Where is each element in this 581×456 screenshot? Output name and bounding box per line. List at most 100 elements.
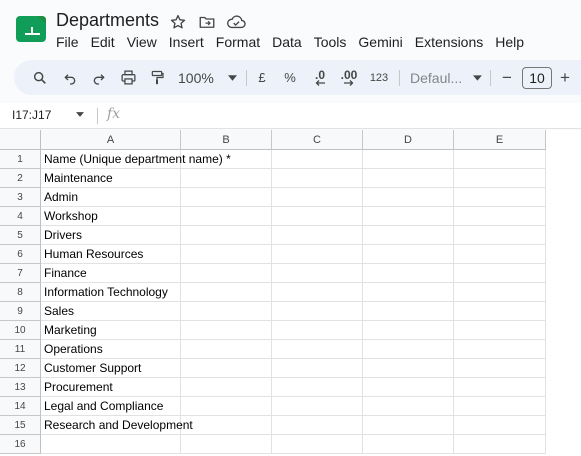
- row-header-11[interactable]: 11: [0, 340, 41, 359]
- cell-c6[interactable]: [272, 245, 363, 264]
- cell-e3[interactable]: [454, 188, 546, 207]
- cell-d9[interactable]: [363, 302, 454, 321]
- cell-c16[interactable]: [272, 435, 363, 454]
- cell-e15[interactable]: [454, 416, 546, 435]
- menu-data[interactable]: Data: [266, 33, 308, 53]
- column-header-e[interactable]: E: [454, 130, 546, 150]
- cell-c1[interactable]: [272, 150, 363, 169]
- cell-a16[interactable]: [41, 435, 181, 454]
- cell-e5[interactable]: [454, 226, 546, 245]
- menu-insert[interactable]: Insert: [163, 33, 210, 53]
- cell-d16[interactable]: [363, 435, 454, 454]
- cell-c13[interactable]: [272, 378, 363, 397]
- cell-e4[interactable]: [454, 207, 546, 226]
- cell-d6[interactable]: [363, 245, 454, 264]
- column-header-b[interactable]: B: [181, 130, 272, 150]
- menu-help[interactable]: Help: [489, 33, 530, 53]
- cell-c12[interactable]: [272, 359, 363, 378]
- sheets-logo-icon[interactable]: [16, 16, 46, 42]
- menu-tools[interactable]: Tools: [308, 33, 353, 53]
- column-header-d[interactable]: D: [363, 130, 454, 150]
- cell-c14[interactable]: [272, 397, 363, 416]
- row-header-7[interactable]: 7: [0, 264, 41, 283]
- cell-d4[interactable]: [363, 207, 454, 226]
- cell-d8[interactable]: [363, 283, 454, 302]
- cell-b13[interactable]: [181, 378, 272, 397]
- decrease-decimal-button[interactable]: .0: [308, 60, 332, 95]
- row-header-4[interactable]: 4: [0, 207, 41, 226]
- cell-b8[interactable]: [181, 283, 272, 302]
- cell-e1[interactable]: [454, 150, 546, 169]
- row-header-14[interactable]: 14: [0, 397, 41, 416]
- menu-edit[interactable]: Edit: [85, 33, 121, 53]
- cell-c5[interactable]: [272, 226, 363, 245]
- cell-c8[interactable]: [272, 283, 363, 302]
- row-header-1[interactable]: 1: [0, 150, 41, 169]
- print-icon[interactable]: [116, 60, 140, 95]
- name-box[interactable]: I17:J17: [12, 108, 51, 122]
- increase-decimal-button[interactable]: .00: [336, 60, 362, 95]
- percent-format-button[interactable]: %: [280, 60, 300, 95]
- cloud-saved-icon[interactable]: [226, 13, 246, 31]
- select-all-corner[interactable]: [0, 130, 41, 150]
- cell-c3[interactable]: [272, 188, 363, 207]
- name-box-dropdown-icon[interactable]: [76, 112, 84, 117]
- move-folder-icon[interactable]: [198, 13, 216, 31]
- cell-e12[interactable]: [454, 359, 546, 378]
- increase-font-size-button[interactable]: +: [556, 60, 574, 95]
- cell-d15[interactable]: [363, 416, 454, 435]
- cell-e11[interactable]: [454, 340, 546, 359]
- cell-c4[interactable]: [272, 207, 363, 226]
- cell-c15[interactable]: [272, 416, 363, 435]
- cell-b15[interactable]: [181, 416, 272, 435]
- cell-d13[interactable]: [363, 378, 454, 397]
- cell-b11[interactable]: [181, 340, 272, 359]
- cell-b3[interactable]: [181, 188, 272, 207]
- cell-d10[interactable]: [363, 321, 454, 340]
- menu-format[interactable]: Format: [210, 33, 266, 53]
- menu-view[interactable]: View: [121, 33, 163, 53]
- cell-e6[interactable]: [454, 245, 546, 264]
- paint-format-icon[interactable]: [145, 60, 169, 95]
- cell-c7[interactable]: [272, 264, 363, 283]
- cell-b4[interactable]: [181, 207, 272, 226]
- document-title[interactable]: Departments: [56, 10, 159, 31]
- row-header-5[interactable]: 5: [0, 226, 41, 245]
- row-header-3[interactable]: 3: [0, 188, 41, 207]
- zoom-select[interactable]: 100%: [175, 60, 239, 95]
- font-select[interactable]: Defaul...: [410, 60, 482, 95]
- cell-b14[interactable]: [181, 397, 272, 416]
- row-header-8[interactable]: 8: [0, 283, 41, 302]
- column-header-c[interactable]: C: [272, 130, 363, 150]
- cell-e14[interactable]: [454, 397, 546, 416]
- row-header-12[interactable]: 12: [0, 359, 41, 378]
- cell-e2[interactable]: [454, 169, 546, 188]
- cell-d12[interactable]: [363, 359, 454, 378]
- cell-b16[interactable]: [181, 435, 272, 454]
- menu-extensions[interactable]: Extensions: [409, 33, 489, 53]
- cell-e7[interactable]: [454, 264, 546, 283]
- font-size-input[interactable]: 10: [522, 67, 552, 89]
- cell-e8[interactable]: [454, 283, 546, 302]
- row-header-6[interactable]: 6: [0, 245, 41, 264]
- more-formats-button[interactable]: 123: [368, 60, 390, 95]
- currency-format-button[interactable]: £: [252, 60, 272, 95]
- menu-file[interactable]: File: [50, 33, 85, 53]
- cell-e13[interactable]: [454, 378, 546, 397]
- cell-c10[interactable]: [272, 321, 363, 340]
- cell-d1[interactable]: [363, 150, 454, 169]
- cell-d3[interactable]: [363, 188, 454, 207]
- row-header-15[interactable]: 15: [0, 416, 41, 435]
- cell-d2[interactable]: [363, 169, 454, 188]
- cell-e10[interactable]: [454, 321, 546, 340]
- row-header-10[interactable]: 10: [0, 321, 41, 340]
- redo-icon[interactable]: [87, 60, 111, 95]
- cell-e9[interactable]: [454, 302, 546, 321]
- cell-b6[interactable]: [181, 245, 272, 264]
- cell-c9[interactable]: [272, 302, 363, 321]
- sheet-grid[interactable]: A B C D E 1 Name (Unique department name) * 2 Ma…: [0, 130, 581, 456]
- menu-gemini[interactable]: Gemini: [352, 33, 408, 53]
- cell-b12[interactable]: [181, 359, 272, 378]
- decrease-font-size-button[interactable]: −: [498, 60, 516, 95]
- row-header-16[interactable]: 16: [0, 435, 41, 454]
